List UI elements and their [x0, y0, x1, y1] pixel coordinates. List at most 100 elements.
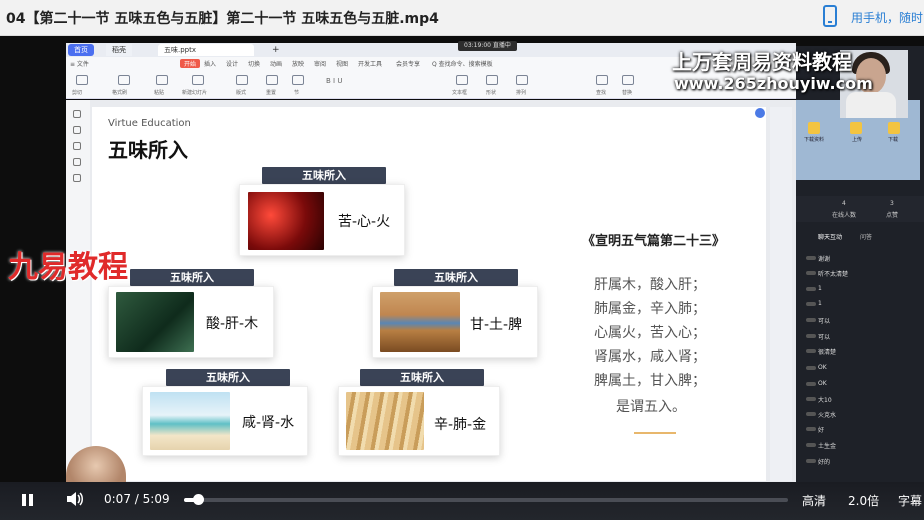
- tab-add-icon: +: [272, 45, 280, 55]
- chat-user: [806, 256, 816, 260]
- poem-line-4: 肾属水，咸入肾；: [594, 349, 706, 365]
- poem-divider: [634, 432, 676, 434]
- chat-message: OK: [818, 380, 827, 387]
- live-panel-tabs: 聊天互动 问答: [796, 230, 924, 244]
- ribbon-label-shape: 形状: [486, 90, 497, 96]
- chat-user: [806, 287, 816, 291]
- chat-message: 1: [818, 285, 822, 292]
- duration: 5:09: [142, 492, 170, 506]
- menu-start: 开始: [180, 59, 201, 68]
- ribbon-label-reset: 重置: [266, 90, 277, 96]
- chat-user: [806, 427, 816, 431]
- section-icon: [292, 75, 304, 85]
- ribbon-label-painter: 格式刷: [112, 90, 128, 96]
- leaf-image: [116, 292, 194, 352]
- lanterns-image: [248, 192, 324, 250]
- webcam-body: [846, 92, 896, 118]
- ribbon-label-arrange: 排列: [516, 90, 527, 96]
- menu-member: 会员专享: [396, 61, 421, 68]
- stat-like-label: 点赞: [886, 212, 899, 219]
- chat-message: 可以: [818, 334, 831, 341]
- slide-title: 五味所入: [108, 138, 188, 162]
- replace-icon: [622, 75, 634, 85]
- tab-document: 五味.pptx: [158, 44, 254, 56]
- board-label-download: 下载: [888, 137, 899, 143]
- menu-insert: 插入: [204, 61, 217, 68]
- live-stats: 4 在线人数 3 点赞: [796, 196, 924, 222]
- time-display: 0:07 / 5:09: [104, 492, 170, 506]
- menu-animation: 动画: [270, 61, 283, 68]
- download-materials-icon[interactable]: [808, 122, 820, 134]
- textbox-icon: [456, 75, 468, 85]
- ribbon-label-find: 查找: [596, 90, 607, 96]
- slide-eng-title: Virtue Education: [108, 118, 191, 129]
- card-header-fire: 五味所入: [262, 167, 386, 184]
- find-icon: [596, 75, 608, 85]
- card-header-water: 五味所入: [166, 369, 290, 386]
- layout-icon: [236, 75, 248, 85]
- volume-icon[interactable]: [66, 491, 84, 507]
- tab-home: 首页: [68, 44, 94, 56]
- card-label-wood: 酸-肝-木: [206, 316, 259, 332]
- menu-transition: 切换: [248, 61, 261, 68]
- card-header-wood: 五味所入: [130, 269, 254, 286]
- download-icon[interactable]: [888, 122, 900, 134]
- smart-badge-icon: [755, 108, 765, 118]
- format-painter-icon: [118, 75, 130, 85]
- menu-design: 设计: [226, 61, 239, 68]
- paste-icon: [156, 75, 168, 85]
- chat-user: [806, 459, 816, 463]
- ribbon-label-new-slide: 新建幻灯片: [182, 90, 208, 96]
- arrange-icon: [516, 75, 528, 85]
- speed-button[interactable]: 2.0倍: [848, 492, 879, 509]
- chat-user: [806, 397, 816, 401]
- ribbon-label-paste: 粘贴: [154, 90, 165, 96]
- chat-message: 很清楚: [818, 349, 837, 356]
- new-slide-icon: [192, 75, 204, 85]
- time-separator: /: [134, 492, 143, 506]
- menu-view: 视图: [336, 61, 349, 68]
- menu-file: ≡ 文件: [70, 61, 89, 68]
- chat-message: 可以: [818, 318, 831, 325]
- phone-watch-link[interactable]: 用手机，随时: [851, 9, 923, 26]
- tab-qa[interactable]: 问答: [860, 232, 872, 241]
- beach-image: [150, 392, 230, 450]
- card-header-earth: 五味所入: [394, 269, 518, 286]
- ribbon-label-section: 节: [294, 90, 300, 96]
- chat-user: [806, 302, 816, 306]
- chat-message: 1: [818, 300, 822, 307]
- chat-message: 好: [818, 427, 825, 434]
- pause-icon[interactable]: [22, 494, 26, 506]
- subtitle-button[interactable]: 字幕: [898, 492, 922, 509]
- upload-icon[interactable]: [850, 122, 862, 134]
- poem-line-2: 肺属金，辛入肺；: [594, 301, 706, 317]
- poem-line-5: 脾属土，甘入脾；: [594, 373, 706, 389]
- menu-search: Q 查找命令、搜索模板: [432, 61, 493, 68]
- settings-icon: [73, 174, 81, 182]
- ribbon-label-cut: 剪切: [72, 90, 83, 96]
- chat-user: [806, 318, 816, 322]
- chat-user: [806, 382, 816, 386]
- tab-chat[interactable]: 聊天互动: [818, 232, 842, 241]
- video-page: 04【第二十一节 五味五色与五脏】第二十一节 五味五色与五脏.mp4 用手机，随…: [0, 0, 924, 520]
- phone-icon[interactable]: [823, 5, 837, 27]
- card-label-fire: 苦-心-火: [338, 214, 391, 230]
- outline-icon: [73, 126, 81, 134]
- chat-user: [806, 349, 816, 353]
- menu-slideshow: 放映: [292, 61, 305, 68]
- ribbon-label-font-style: B I U: [326, 77, 343, 85]
- live-status: 03:19:00 直播中: [458, 41, 517, 51]
- progress-knob[interactable]: [193, 494, 204, 505]
- link-icon: [73, 158, 81, 166]
- stat-online-count: 4: [842, 200, 846, 207]
- quality-button[interactable]: 高清: [802, 492, 826, 509]
- card-label-earth: 甘-土-脾: [470, 317, 523, 333]
- desert-river-image: [380, 292, 460, 352]
- chat-message: 土生金: [818, 443, 837, 450]
- progress-track[interactable]: [184, 498, 788, 502]
- reset-icon: [266, 75, 278, 85]
- poem-title: 《宣明五气篇第二十三》: [582, 234, 726, 249]
- menu-devtools: 开发工具: [358, 61, 383, 68]
- cut-icon: [76, 75, 88, 85]
- chat-user: [806, 412, 816, 416]
